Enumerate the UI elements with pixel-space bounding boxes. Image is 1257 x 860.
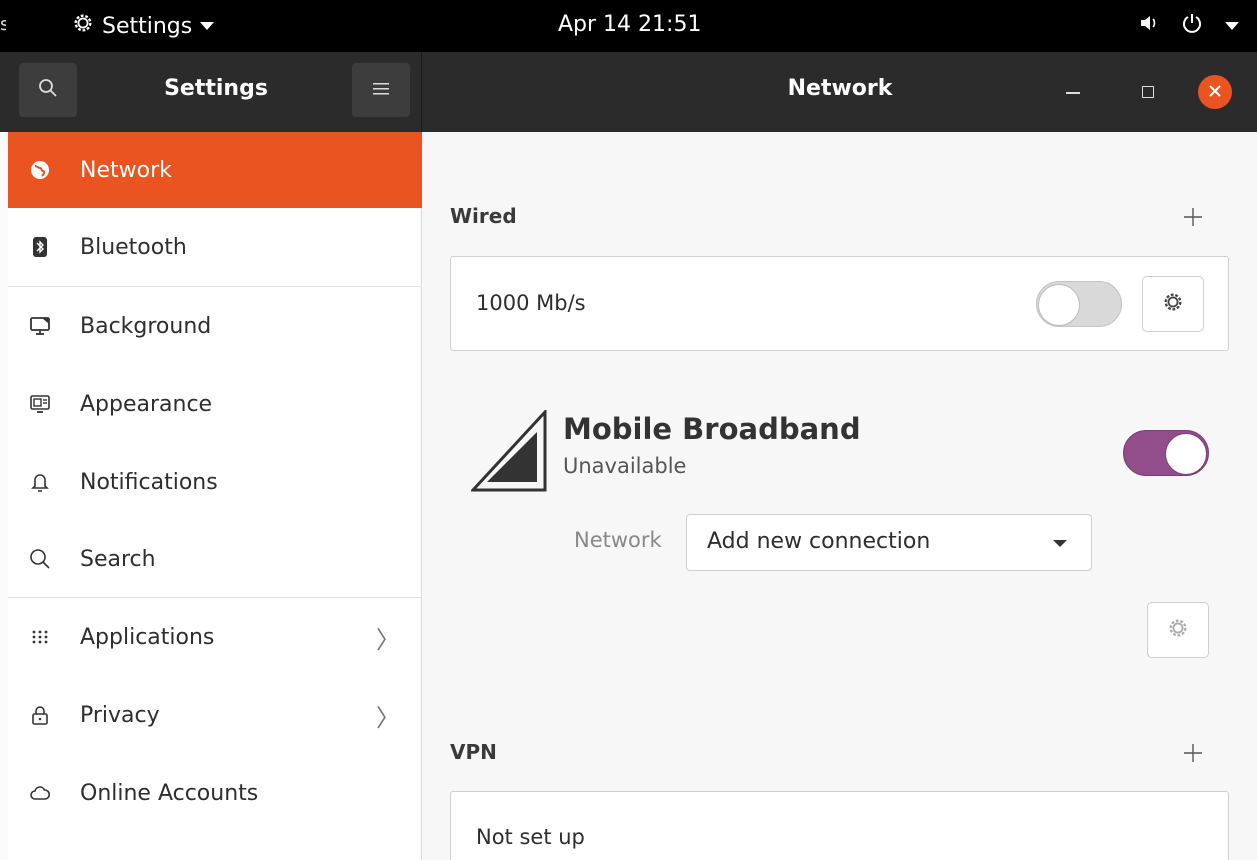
sidebar-item-search[interactable]: Search (8, 521, 422, 597)
cloud-icon (28, 781, 52, 805)
power-icon (1181, 12, 1203, 39)
chevron-down-icon (1225, 21, 1239, 30)
sidebar-item-label: Search (80, 546, 156, 572)
header-bar: Settings Network (0, 52, 1257, 132)
sidebar-item-label: Notifications (80, 469, 218, 495)
wired-connection-row: 1000 Mb/s (450, 256, 1229, 351)
search-icon (28, 547, 52, 571)
wired-speed-label: 1000 Mb/s (476, 291, 586, 315)
vpn-section-title: VPN (450, 740, 497, 764)
hamburger-icon (373, 81, 389, 100)
wired-toggle[interactable] (1036, 281, 1122, 327)
system-status-menu[interactable] (1139, 12, 1239, 39)
sidebar-item-label: Applications (80, 624, 215, 650)
lock-icon (28, 703, 52, 727)
bluetooth-icon (28, 235, 52, 259)
bell-icon (28, 470, 52, 494)
chevron-down-icon (1053, 540, 1067, 547)
vpn-status-label: Not set up (476, 825, 585, 849)
search-icon (38, 78, 58, 102)
wired-section-title: Wired (450, 204, 517, 228)
sidebar: Network Bluetooth Background Appearance … (8, 132, 422, 860)
sidebar-header: Settings (8, 52, 422, 132)
sidebar-title: Settings (164, 76, 268, 101)
sidebar-item-appearance[interactable]: Appearance (8, 365, 422, 443)
gear-icon (72, 12, 94, 40)
appearance-icon (28, 392, 52, 416)
mobile-broadband-title: Mobile Broadband (563, 412, 861, 446)
sidebar-item-bluetooth[interactable]: Bluetooth (8, 208, 422, 286)
plus-icon (1183, 200, 1203, 235)
add-wired-button[interactable] (1183, 200, 1203, 235)
wired-settings-button[interactable] (1142, 276, 1204, 332)
sidebar-item-privacy[interactable]: Privacy 〉 (8, 676, 422, 754)
close-button[interactable] (1198, 75, 1232, 109)
toggle-knob (1165, 433, 1207, 475)
app-menu[interactable]: Settings (72, 12, 215, 40)
clock[interactable]: Apr 14 21:51 (558, 12, 701, 37)
app-menu-label: Settings (102, 13, 193, 39)
sidebar-item-notifications[interactable]: Notifications (8, 443, 422, 521)
chevron-right-icon: 〉 (376, 703, 400, 732)
page-title: Network (787, 76, 893, 101)
sidebar-item-network[interactable]: Network (8, 132, 422, 208)
mobile-broadband-toggle[interactable] (1123, 430, 1209, 476)
sidebar-item-online-accounts[interactable]: Online Accounts (8, 754, 422, 832)
sidebar-item-label: Privacy (80, 702, 160, 728)
minimize-button[interactable] (1066, 92, 1080, 94)
primary-menu-button[interactable] (352, 63, 410, 117)
mobile-broadband-status: Unavailable (563, 454, 687, 478)
toggle-knob (1038, 284, 1080, 326)
search-button[interactable] (19, 63, 77, 117)
volume-icon (1139, 13, 1159, 38)
sidebar-item-background[interactable]: Background (8, 287, 422, 365)
vpn-row: Not set up (450, 791, 1229, 860)
mobile-settings-button[interactable] (1147, 602, 1209, 658)
network-globe-icon (28, 158, 52, 182)
sidebar-item-applications[interactable]: Applications 〉 (8, 598, 422, 676)
chevron-right-icon: 〉 (376, 625, 400, 654)
maximize-button[interactable] (1142, 86, 1154, 98)
sidebar-item-label: Bluetooth (80, 234, 187, 260)
close-icon (1208, 83, 1222, 102)
gear-icon (1162, 291, 1184, 317)
network-select[interactable]: Add new connection (686, 514, 1092, 571)
activities-button[interactable]: s (0, 14, 6, 35)
network-select-value: Add new connection (707, 529, 931, 554)
background-monitor-icon (28, 314, 52, 338)
network-panel: Wired 1000 Mb/s Mobile Broadband Unavail… (423, 132, 1257, 860)
sidebar-item-label: Background (80, 313, 212, 339)
plus-icon (1183, 736, 1203, 771)
sidebar-item-label: Network (80, 157, 172, 183)
add-vpn-button[interactable] (1183, 736, 1203, 771)
gear-icon (1167, 617, 1189, 643)
sidebar-item-label: Appearance (80, 391, 213, 417)
top-bar: s Settings Apr 14 21:51 (0, 0, 1257, 52)
grid-icon (28, 625, 52, 649)
chevron-down-icon (200, 22, 215, 30)
mobile-signal-icon (469, 408, 547, 492)
network-label: Network (574, 528, 662, 552)
sidebar-item-label: Online Accounts (80, 780, 259, 806)
